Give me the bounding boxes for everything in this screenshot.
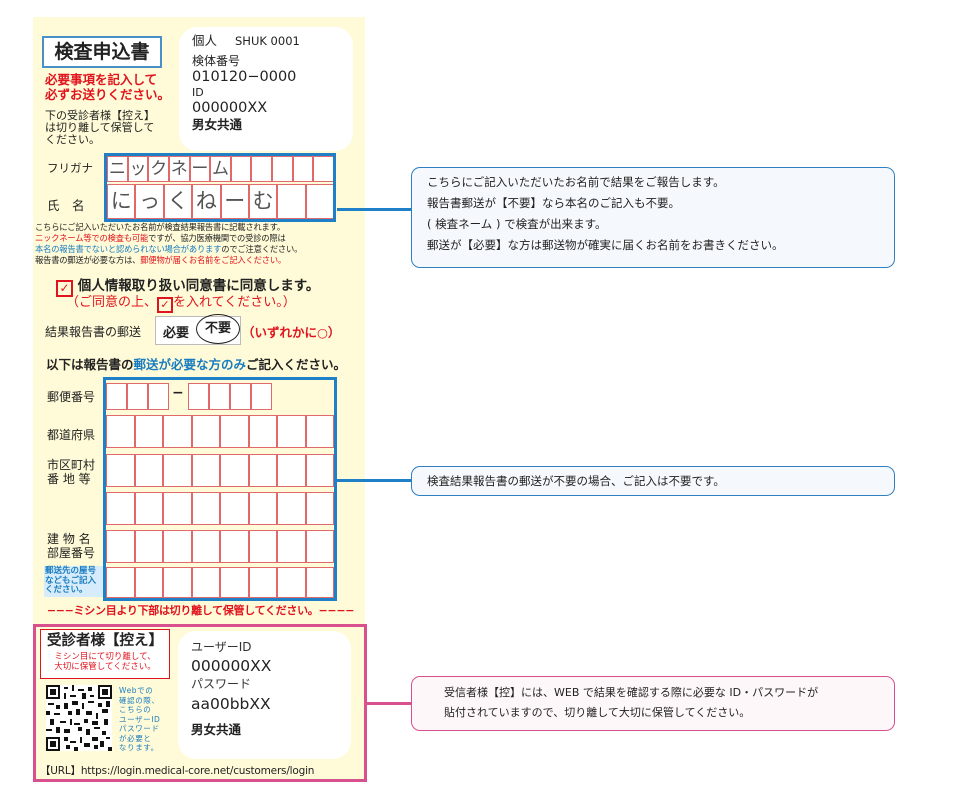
notice-text: 報告書の郵送が必要な方は、 [35, 255, 141, 265]
qr-note-line: こちらの [119, 705, 152, 714]
stub-subtitle: ミシン目にて切り離して、 大切に保管してください。 [41, 652, 169, 672]
stub-title: 受診者様【控え】 [47, 633, 163, 649]
notice-emphasis: 本名の報告書でないと認められない場合があります [35, 244, 222, 254]
callout-line: 郵送が【必要】な方は郵送物が確実に届くお名前をお書きください。 [427, 238, 784, 252]
callout-line: 貼付されていますので、切り離して大切に保管してください。 [444, 706, 751, 719]
mail-label: 結果報告書の郵送 [45, 325, 142, 339]
applicant-type: 個人 [192, 33, 218, 48]
consent-hint-text: を入れてください。） [173, 295, 296, 310]
stub-gender-label: 男女共通 [191, 722, 242, 737]
address-callout: 検査結果報告書の郵送が不要の場合、ご記入は不要です。 [411, 466, 895, 496]
mail-hint: （いずれかに○） [242, 325, 341, 340]
callout-line: ( 検査ネーム ) で検査が出来ます。 [427, 217, 607, 231]
note-text: ご記入ください。 [246, 357, 347, 372]
notice-emphasis: ニックネーム等での検査も可能 [35, 233, 149, 243]
name-connector-line [337, 208, 411, 211]
specimen-number-label: 検体番号 [192, 54, 241, 68]
qr-code-icon[interactable] [46, 685, 112, 751]
city-label-line: 市区町村 [47, 458, 96, 472]
callout-line: 検査結果報告書の郵送が不要の場合、ご記入は不要です。 [427, 474, 725, 488]
name-notice: こちらにご記入いただいたお名前が検査結果報告書に記載されます。 ニックネーム等で… [35, 222, 367, 266]
id-value: 000000XX [192, 100, 268, 116]
instruction-line: 必要事項を記入して [45, 72, 158, 87]
qr-note-line: なります。 [119, 743, 159, 752]
mail-required-option[interactable]: 必要 [163, 322, 189, 341]
perforation-line: −−−ミシン目より下部は切り離して保管してください。−−−− [46, 604, 355, 617]
furigana-label: フリガナ [47, 161, 93, 175]
password-label: パスワード [191, 677, 252, 691]
building-label-line: 部屋番号 [47, 546, 96, 560]
building-label: 建 物 名 部屋番号 [47, 532, 95, 560]
password-value: aa00bbXX [191, 695, 271, 713]
application-code: SHUK 0001 [235, 34, 300, 48]
address-connector-line [337, 479, 411, 482]
name-label: 氏 名 [47, 198, 85, 213]
stub-subtitle-line: ミシン目にて切り離して、 [54, 652, 156, 662]
note-text: 以下は報告書の [46, 357, 134, 372]
name-highlight-frame [104, 153, 336, 222]
note-emphasis: 郵送が必要な方のみ [133, 357, 247, 372]
city-label: 市区町村 番 地 等 [47, 458, 95, 486]
mail-not-required-option[interactable]: 不要 [196, 314, 240, 344]
consent-hint-text: （ご同意の上、 [66, 295, 158, 310]
note-line: ください。 [45, 133, 100, 146]
instruction-text: 必要事項を記入して 必ずお送りください。 [45, 72, 170, 102]
login-url[interactable]: 【URL】https://login.medical-core.net/cust… [40, 763, 314, 778]
credentials-sticker: ユーザーID 000000XX パスワード aa00bbXX 男女共通 [178, 631, 351, 759]
city-label-line: 番 地 等 [47, 472, 91, 486]
notice-line: こちらにご記入いただいたお名前が検査結果報告書に記載されます。 [35, 222, 286, 232]
specimen-label-sticker: 個人 SHUK 0001 検体番号 010120−0000 ID 000000X… [179, 27, 353, 151]
qr-note-line: 確認の際、 [119, 695, 160, 705]
qr-note-line: が必要と [119, 733, 152, 743]
gender-label: 男女共通 [192, 117, 243, 132]
stub-callout: 受信者様【控】には、WEB で結果を確認する際に必要な ID・パスワードが 貼付… [411, 676, 895, 731]
consent-hint: （ご同意の上、 ✓ を入れてください。） [66, 294, 296, 313]
mail-not-required-text: 不要 [204, 321, 231, 336]
building-label-line: 建 物 名 [47, 532, 91, 546]
qr-note: Webでの 確認の際、 こちらの ユーザーID パスワード が必要と なります。 [119, 686, 160, 753]
notice-text: のでご注意ください。 [221, 244, 303, 254]
extra-info-line: ください。 [45, 585, 88, 595]
qr-note-line: ユーザーID [119, 714, 161, 724]
prefecture-label: 都道府県 [47, 428, 96, 442]
user-id-value: 000000XX [191, 657, 272, 675]
specimen-number: 010120−0000 [192, 69, 297, 85]
address-section-note: 以下は報告書の郵送が必要な方のみご記入ください。 [46, 354, 346, 373]
stub-note: 下の受診者様【控え】 は切り離して保管して ください。 [45, 110, 155, 146]
name-callout: こちらにご記入いただいたお名前で結果をご報告します。 報告書郵送が【不要】なら本… [411, 167, 895, 268]
stub-subtitle-line: 大切に保管してください。 [54, 662, 156, 672]
callout-line: こちらにご記入いただいたお名前で結果をご報告します。 [427, 175, 725, 189]
callout-line: 受信者様【控】には、WEB で結果を確認する際に必要な ID・パスワードが [444, 686, 819, 699]
qr-note-line: Webでの [119, 686, 154, 695]
callout-line: 報告書郵送が【不要】なら本名のご記入も不要。 [427, 196, 680, 210]
user-id-label: ユーザーID [191, 640, 252, 654]
check-mark-icon: ✓ [157, 297, 174, 313]
notice-emphasis: 郵便物が届くお名前をご記入ください。 [140, 255, 287, 265]
form-title: 検査申込書 [42, 36, 162, 68]
notice-text: ですが、協力医療機関での受診の際は [148, 233, 286, 243]
stub-title-box: 受診者様【控え】 ミシン目にて切り離して、 大切に保管してください。 [40, 629, 170, 679]
id-label: ID [192, 86, 204, 99]
qr-note-line: パスワード [119, 724, 160, 733]
form-title-text: 検査申込書 [54, 41, 150, 63]
address-highlight-frame [103, 377, 337, 601]
stub-connector-line [367, 702, 411, 705]
postal-code-label: 郵便番号 [47, 390, 96, 404]
extra-info-label: 郵送先の屋号 などもご記入 ください。 [44, 566, 104, 597]
instruction-line: 必ずお送りください。 [45, 87, 171, 102]
consent-text: 個人情報取り扱い同意書に同意します。 [77, 278, 320, 294]
